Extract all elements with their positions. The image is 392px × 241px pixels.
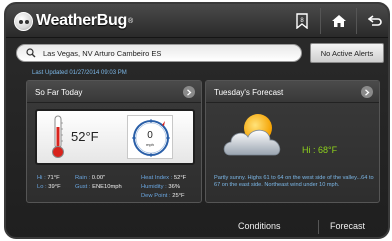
wind-unit: mph [146,142,154,147]
alerts-button[interactable]: No Active Alerts [310,43,384,63]
heat-index-value: 52°F [173,175,187,181]
search-row: Las Vegas, NV Arturo Cambeiro ES No Acti… [6,40,388,66]
forecast-high: Hi : 68°F [302,145,338,155]
panel-header: So Far Today [27,81,201,103]
current-conditions-box: 52°F 0 mph [35,109,195,165]
so-far-today-panel[interactable]: So Far Today 52°F 0 mph Hi: 71°F Lo: 3… [26,80,202,203]
stat-gust: Gust : ENE10mph [75,184,122,190]
nav-divider [318,220,319,234]
humidity-value: 36% [168,184,181,190]
app-name: WeatherBug [36,12,127,29]
back-icon [367,15,382,26]
dew-point-value: 25°F [172,193,185,199]
rain-label: Rain : [75,175,91,181]
panel-title: So Far Today [35,88,83,97]
forecast-tab[interactable]: Forecast [330,221,365,231]
search-icon [23,45,39,61]
hi-label: Hi : [37,175,46,181]
trademark: ® [127,17,134,25]
weatherbug-logo[interactable]: WeatherBug ® [14,10,133,32]
stat-heat-index: Heat Index : 52°F [141,175,186,181]
heat-index-label: Heat Index : [141,175,173,181]
stat-lo: Lo : 39°F [37,184,61,190]
forecast-description: Partly sunny. Highs 61 to 64 on the west… [214,175,374,188]
humidity-label: Humidity : [141,184,167,190]
gust-label: Gust : [75,184,91,190]
top-bar: WeatherBug ® 8 [6,4,388,38]
back-button[interactable] [356,8,388,34]
lo-value: 39°F [48,184,61,190]
chevron-right-icon[interactable] [361,86,373,98]
svg-text:8: 8 [300,18,304,24]
dew-point-label: Dew Point : [141,193,171,199]
bug-icon [14,11,33,31]
stat-hi: Hi : 71°F [37,175,60,181]
save-icon: 8 [296,13,308,29]
panel-header: Tuesday's Forecast [206,81,379,103]
wind-speed: 0 [147,130,153,141]
forecast-panel[interactable]: Tuesday's Forecast Hi : 68°F Partly sunn… [205,80,380,203]
panel-title: Tuesday's Forecast [214,88,284,97]
hi-value: 71°F [47,175,60,181]
chevron-right-icon[interactable] [183,86,195,98]
weatherbug-app: WeatherBug ® 8 Las Vegas, NV Arturo Camb… [4,2,390,239]
bottom-nav: Conditions Forecast [6,216,388,237]
stat-dew-point: Dew Point : 25°F [141,193,185,199]
partly-sunny-icon [223,114,281,156]
conditions-tab[interactable]: Conditions [238,221,281,231]
lo-label: Lo : [37,184,47,190]
home-icon [331,15,346,27]
stat-rain: Rain : 0.00" [75,175,105,181]
location-search-field[interactable]: Las Vegas, NV Arturo Cambeiro ES [16,44,302,62]
stat-humidity: Humidity : 36% [141,184,180,190]
save-button[interactable]: 8 [284,8,320,34]
thermometer-icon [52,115,64,158]
wind-dial: 0 mph [127,115,173,159]
current-temperature: 52°F [71,129,99,144]
home-button[interactable] [320,8,356,34]
location-text: Las Vegas, NV Arturo Cambeiro ES [43,48,162,58]
last-updated: Last Updated 01/27/2014 09:03 PM [32,70,127,76]
rain-value: 0.00" [91,175,106,181]
gust-value: ENE10mph [92,184,122,190]
